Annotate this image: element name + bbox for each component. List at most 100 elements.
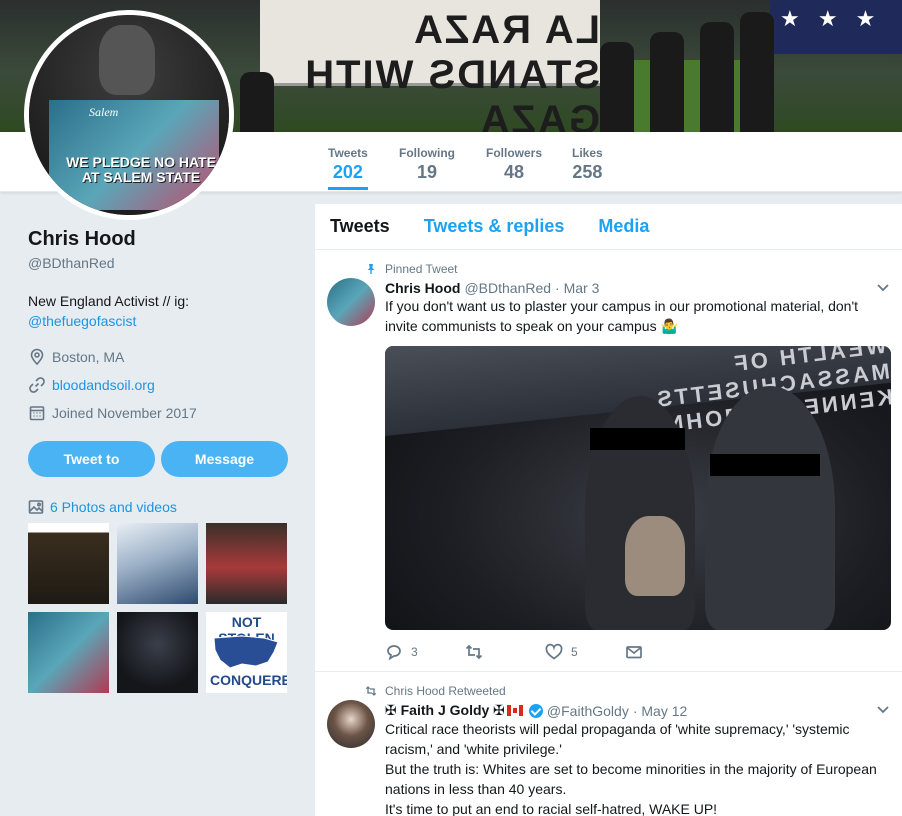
- profile-avatar[interactable]: Salem WE PLEDGE NO HATE AT SALEM STATE: [24, 10, 234, 220]
- censor-bar: [710, 454, 820, 476]
- banner-person: [740, 12, 774, 132]
- banner-person: [240, 72, 274, 132]
- photos-videos-link[interactable]: 6 Photos and videos: [28, 499, 290, 515]
- stat-label: Followers: [486, 146, 543, 160]
- censor-bar: [590, 428, 685, 450]
- profile-meta: Boston, MA bloodandsoil.org Joined Novem…: [28, 343, 290, 427]
- avatar-sign-text: Salem: [89, 105, 119, 119]
- stat-label: Tweets: [328, 146, 368, 160]
- stat-label: Following: [399, 146, 455, 160]
- tweet-line: It's time to put an end to racial self-h…: [385, 801, 718, 816]
- tweet-context: Chris Hood Retweeted: [365, 682, 887, 700]
- profile-handle[interactable]: @BDthanRed: [28, 255, 290, 271]
- like-count: 5: [571, 645, 578, 659]
- tweet-avatar[interactable]: [327, 278, 375, 326]
- us-map-icon: [213, 635, 279, 669]
- retweeted-label: Chris Hood Retweeted: [385, 684, 506, 698]
- photo-grid: NOT STOLEN CONQUERED: [28, 523, 290, 693]
- tweet-avatar[interactable]: [327, 700, 375, 748]
- like-button[interactable]: 5: [545, 643, 625, 661]
- banner-sign-text: LA RAZA STANDS WITH GAZA: [303, 8, 600, 132]
- tab-media[interactable]: Media: [598, 216, 649, 237]
- bio-link[interactable]: @thefuegofascist: [28, 313, 136, 329]
- tweet-header: ✠ Faith J Goldy ✠ @FaithGoldy · May 12: [385, 702, 887, 719]
- banner-person: [650, 32, 684, 132]
- profile-location: Boston, MA: [28, 343, 290, 371]
- tweet-header: Chris Hood @BDthanRed · Mar 3: [385, 280, 887, 296]
- avatar-figure: [99, 25, 155, 95]
- pin-icon: [367, 264, 375, 274]
- profile-card: Chris Hood @BDthanRed New England Activi…: [28, 228, 290, 693]
- profile-joined: Joined November 2017: [28, 399, 290, 427]
- stat-value: 202: [332, 162, 363, 182]
- profile-name[interactable]: Chris Hood: [28, 228, 290, 251]
- profile-actions: Tweet to Message: [28, 441, 290, 477]
- tab-tweets-replies[interactable]: Tweets & replies: [424, 216, 565, 237]
- photo-thumbnail[interactable]: [28, 612, 109, 693]
- bio-text: New England Activist // ig:: [28, 293, 190, 309]
- tweet-actions: 3 5: [385, 630, 887, 674]
- tweet-item[interactable]: Chris Hood Retweeted ✠ Faith J Goldy ✠ @…: [315, 672, 902, 816]
- tweet-media-image[interactable]: WEALTH OF MASSACHUSETTS · KENNEDY · JOHN: [385, 346, 891, 630]
- heart-icon: [545, 643, 563, 660]
- photo-thumbnail[interactable]: [117, 523, 198, 604]
- message-button[interactable]: Message: [161, 441, 288, 477]
- flag-stars: ★ ★ ★: [780, 6, 882, 31]
- location-text: Boston, MA: [52, 349, 125, 365]
- tweet-author-name[interactable]: ✠ Faith J Goldy ✠: [385, 702, 505, 719]
- tweet-line: Critical race theorists will pedal propa…: [385, 721, 850, 757]
- tweet-date[interactable]: · May 12: [633, 703, 687, 719]
- chevron-down-icon[interactable]: [876, 702, 890, 716]
- tweet-date[interactable]: · Mar 3: [555, 280, 599, 296]
- media-person: [705, 386, 835, 630]
- banner-flag: ★ ★ ★: [770, 0, 902, 54]
- photo-thumbnail[interactable]: [28, 523, 109, 604]
- pinned-label: Pinned Tweet: [385, 262, 458, 276]
- banner-person: [600, 42, 634, 132]
- envelope-icon: [626, 646, 642, 659]
- profile-bio: New England Activist // ig: @thefuegofas…: [28, 291, 290, 331]
- stat-tweets[interactable]: Tweets 202: [328, 146, 368, 190]
- tweet-context: Pinned Tweet: [367, 260, 887, 278]
- timeline: Tweets Tweets & replies Media Pinned Twe…: [315, 204, 902, 816]
- tweet-line: But the truth is: Whites are set to beco…: [385, 761, 877, 797]
- thumb-caption-bottom: CONQUERED: [210, 672, 287, 688]
- photo-thumbnail[interactable]: [206, 523, 287, 604]
- banner-sign: LA RAZA STANDS WITH GAZA: [260, 0, 600, 132]
- retweet-button[interactable]: [465, 643, 545, 661]
- tweet-to-button[interactable]: Tweet to: [28, 441, 155, 477]
- retweet-icon: [365, 686, 377, 696]
- stat-value: 48: [503, 162, 525, 182]
- location-pin-icon: [30, 348, 44, 366]
- retweet-icon: [465, 644, 483, 660]
- website-link[interactable]: bloodandsoil.org: [52, 377, 155, 393]
- tweet-author-handle[interactable]: @BDthanRed: [464, 280, 551, 296]
- stat-followers[interactable]: Followers 48: [486, 146, 542, 183]
- reply-button[interactable]: 3: [385, 643, 465, 661]
- joined-text: Joined November 2017: [52, 405, 197, 421]
- avatar-poster-text: WE PLEDGE NO HATE AT SALEM STATE: [66, 154, 216, 185]
- stat-following[interactable]: Following 19: [399, 146, 455, 183]
- chevron-down-icon[interactable]: [876, 280, 890, 294]
- timeline-tabs: Tweets Tweets & replies Media: [315, 204, 902, 250]
- tweet-author-name[interactable]: Chris Hood: [385, 280, 460, 296]
- canada-flag-icon: [506, 705, 523, 716]
- tweet-text: If you don't want us to plaster your cam…: [385, 298, 859, 334]
- photo-thumbnail[interactable]: [117, 612, 198, 693]
- tweet-author-handle[interactable]: @FaithGoldy: [547, 703, 629, 719]
- reply-count: 3: [411, 645, 418, 659]
- photo-thumbnail[interactable]: NOT STOLEN CONQUERED: [206, 612, 287, 693]
- tweet-text: Critical race theorists will pedal propa…: [385, 719, 887, 816]
- stat-value: 258: [572, 162, 603, 182]
- stat-likes[interactable]: Likes 258: [572, 146, 603, 183]
- tweet-item[interactable]: Pinned Tweet Chris Hood @BDthanRed · Mar…: [315, 250, 902, 672]
- profile-website: bloodandsoil.org: [28, 371, 290, 399]
- tab-tweets[interactable]: Tweets: [330, 216, 390, 237]
- direct-message-button[interactable]: [625, 643, 705, 661]
- media-hand: [625, 516, 685, 596]
- photos-videos-label: 6 Photos and videos: [50, 499, 177, 515]
- stat-value: 19: [416, 162, 438, 182]
- reply-icon: [387, 645, 401, 661]
- stat-label: Likes: [572, 146, 603, 160]
- banner-person: [700, 22, 734, 132]
